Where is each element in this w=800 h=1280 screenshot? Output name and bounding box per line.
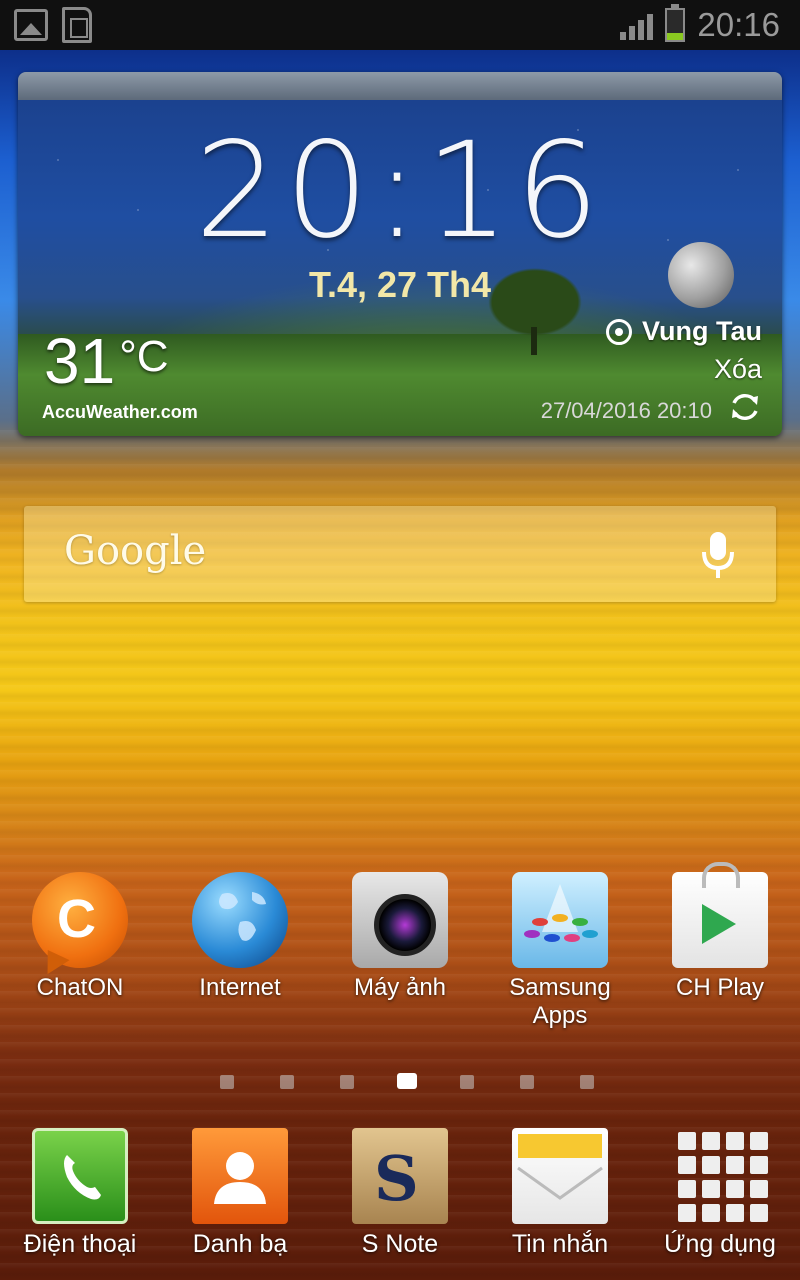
signal-icon <box>620 10 654 40</box>
app-label: S Note <box>361 1230 439 1258</box>
app-play-store[interactable]: CH Play <box>640 862 800 1002</box>
contacts-icon <box>192 1128 288 1224</box>
app-camera[interactable]: Máy ảnh <box>320 872 480 1002</box>
refresh-icon[interactable] <box>728 390 762 424</box>
app-chaton[interactable]: C ChatON <box>0 872 160 1002</box>
snote-icon: S <box>352 1128 448 1224</box>
app-label: Samsung Apps <box>509 974 611 1029</box>
dock-snote[interactable]: S S Note <box>320 1128 480 1258</box>
clock-time[interactable]: 20:16 <box>18 114 782 268</box>
clock-date: T.4, 27 Th4 <box>308 264 492 305</box>
page-dot <box>580 1075 594 1089</box>
page-dot <box>520 1075 534 1089</box>
location-icon <box>606 318 633 345</box>
dock-contacts[interactable]: Danh bạ <box>160 1128 320 1258</box>
widget-top-bar <box>18 72 782 100</box>
play-store-icon <box>672 862 768 968</box>
apps-grid-icon <box>672 1128 768 1224</box>
weather-updated-time: 27/04/2016 20:10 <box>540 398 712 423</box>
page-dot <box>280 1075 294 1089</box>
battery-icon <box>665 4 686 42</box>
page-dot <box>460 1075 474 1089</box>
sim-card-icon <box>62 7 92 43</box>
dock-messages[interactable]: Tin nhắn <box>480 1128 640 1258</box>
app-internet[interactable]: Internet <box>160 872 320 1002</box>
weather-location[interactable]: Vung Tau <box>606 316 762 347</box>
chaton-icon: C <box>32 872 128 968</box>
camera-icon <box>352 872 448 968</box>
weather-provider[interactable]: AccuWeather.com <box>42 402 198 423</box>
message-icon <box>512 1128 608 1224</box>
app-label: ChatON <box>36 974 124 1001</box>
weather-condition: Xóa <box>713 354 762 384</box>
samsung-apps-icon <box>512 872 608 968</box>
temperature: 31°C <box>44 325 169 397</box>
app-label: Máy ảnh <box>353 974 447 1001</box>
app-label: CH Play <box>675 974 765 1001</box>
gallery-icon <box>14 9 48 41</box>
app-label: Internet <box>199 974 281 1001</box>
temperature-unit: °C <box>119 332 169 381</box>
app-label: Ứng dụng <box>664 1230 776 1258</box>
app-label: Điện thoại <box>23 1230 137 1258</box>
page-dot <box>340 1075 354 1089</box>
page-dot <box>220 1075 234 1089</box>
page-dot-active <box>397 1073 417 1089</box>
app-samsung-apps[interactable]: Samsung Apps <box>480 872 640 1030</box>
app-label: Danh bạ <box>192 1230 288 1258</box>
phone-icon <box>32 1128 128 1224</box>
globe-icon <box>192 872 288 968</box>
clock-weather-widget[interactable]: 20:16 T.4, 27 Th4 31°C AccuWeather.com V… <box>18 72 782 436</box>
dock-phone[interactable]: Điện thoại <box>0 1128 160 1258</box>
app-label: Tin nhắn <box>511 1230 609 1258</box>
microphone-icon[interactable] <box>700 532 736 580</box>
status-bar: 20:16 <box>0 0 800 50</box>
google-search-bar[interactable]: Google <box>24 506 776 602</box>
google-logo: Google <box>64 528 207 574</box>
status-time: 20:16 <box>697 6 780 43</box>
dock-app-drawer[interactable]: Ứng dụng <box>640 1128 800 1258</box>
page-indicator[interactable] <box>0 1072 800 1092</box>
